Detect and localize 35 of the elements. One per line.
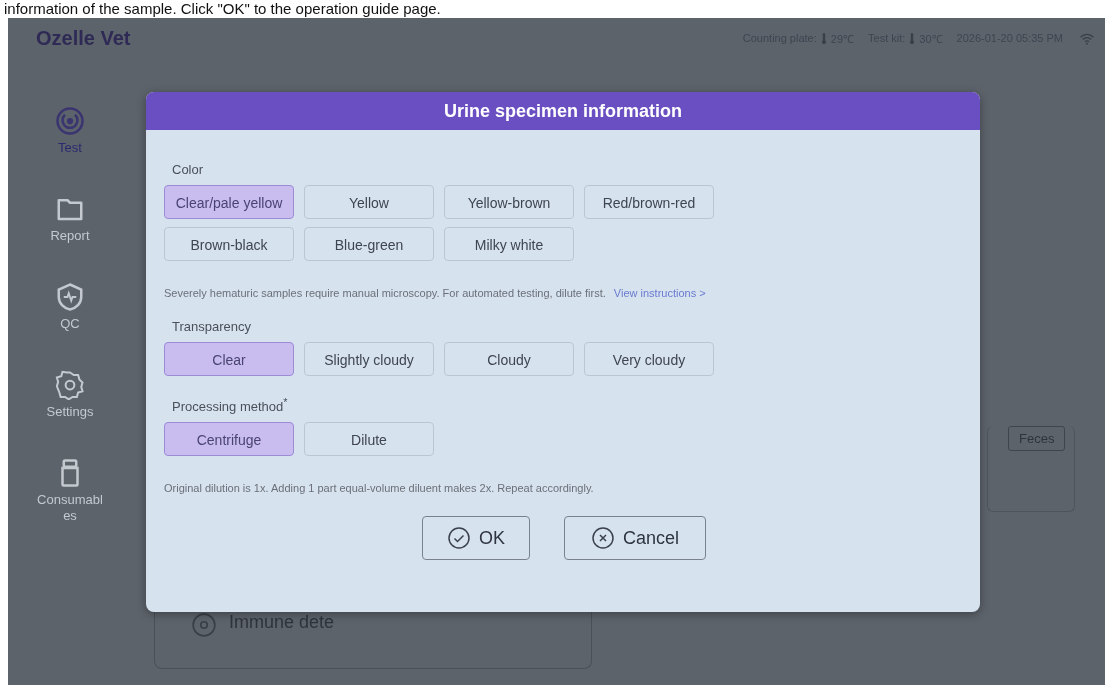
option-button[interactable]: Milky white — [444, 227, 574, 261]
sidebar-item[interactable]: QC — [34, 282, 106, 332]
option-button[interactable]: Cloudy — [444, 342, 574, 376]
ok-button[interactable]: OK — [421, 516, 530, 561]
cancel-button[interactable]: Cancel — [564, 516, 706, 561]
option-button[interactable]: Clear — [164, 342, 294, 376]
note-text: Severely hematuric samples require manual microscopy. For automated testing, dilute first. — [164, 287, 606, 299]
section-label: Processing method$^{*}$ — [172, 396, 289, 415]
option-button[interactable]: Clear/pale yellow — [164, 185, 294, 219]
sidebar-item[interactable]: Report — [34, 194, 106, 244]
option-button[interactable]: Blue-green — [304, 227, 434, 261]
settings-icon — [55, 370, 85, 400]
option-button[interactable]: Centrifuge — [164, 422, 294, 457]
option-button[interactable]: Yellow-brown — [444, 185, 574, 219]
dialog-title: Urine specimen information — [146, 92, 980, 130]
option-button[interactable]: Very cloudy — [584, 342, 714, 376]
target-icon — [55, 106, 85, 136]
option-button[interactable]: Red/brown-red — [584, 185, 714, 219]
option-button[interactable]: Dilute — [304, 422, 434, 457]
section-label: Color — [172, 162, 205, 177]
option-button[interactable]: Yellow — [304, 185, 434, 219]
sidebar-item[interactable]: Consumables — [34, 458, 106, 524]
circle-icon — [191, 612, 217, 638]
close-circle-icon — [591, 526, 615, 551]
section-label: Transparency — [172, 319, 252, 334]
thermometer-icon — [909, 31, 916, 45]
check-circle-icon — [446, 526, 471, 551]
note-text: Original dilution is 1x. Adding 1 part equal-volume diluent makes 2x. Repeat accordingly. — [164, 482, 594, 495]
shield-icon — [55, 282, 85, 312]
sidebar-item[interactable]: Settings — [34, 370, 106, 420]
thermometer-icon — [820, 31, 827, 45]
app-title: Ozelle Vet — [36, 26, 131, 50]
wifi-icon — [1079, 31, 1095, 45]
option-button[interactable]: Brown-black — [164, 227, 294, 261]
option-button[interactable]: Slightly cloudy — [304, 342, 434, 376]
